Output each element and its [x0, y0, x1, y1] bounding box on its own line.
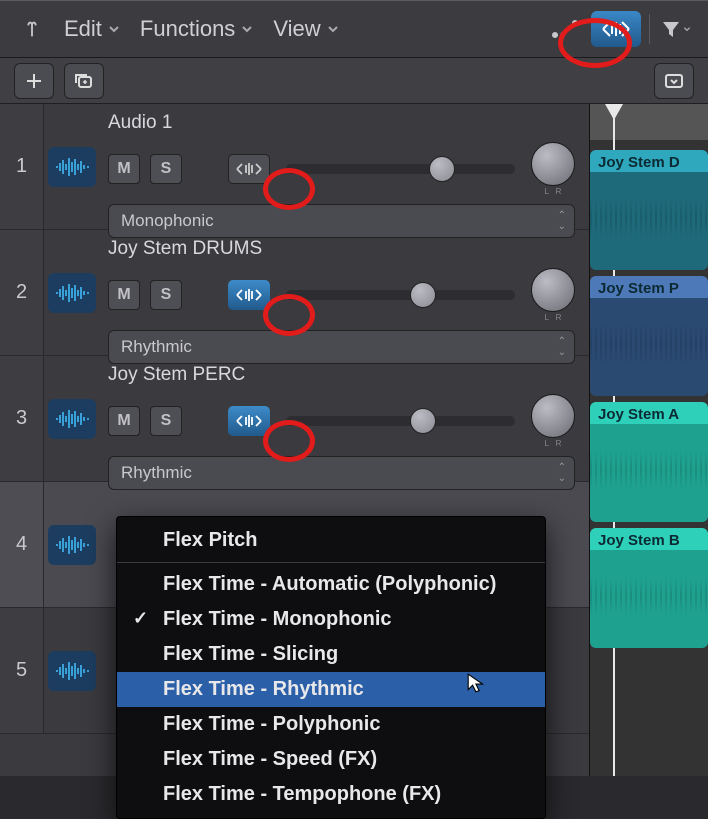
track-number: 1 [0, 104, 44, 229]
volume-slider[interactable] [286, 290, 515, 300]
audio-region[interactable]: Joy Stem D [590, 150, 708, 270]
updown-arrows-icon: ⌃⌄ [558, 462, 566, 484]
flex-mode-value: Rhythmic [121, 337, 192, 356]
solo-button[interactable]: S [150, 280, 182, 310]
edit-menu[interactable]: Edit [58, 12, 126, 46]
dropdown-item[interactable]: Flex Time - Speed (FX) [117, 742, 545, 777]
flex-mode-value: Rhythmic [121, 463, 192, 482]
functions-menu-label: Functions [140, 16, 235, 42]
track-name[interactable]: Joy Stem DRUMS [108, 238, 575, 260]
pan-knob[interactable] [531, 394, 575, 438]
divider [649, 14, 650, 44]
mute-button[interactable]: M [108, 280, 140, 310]
track-name[interactable]: Joy Stem PERC [108, 364, 575, 386]
track-number: 4 [0, 482, 44, 607]
duplicate-track-button[interactable] [64, 63, 104, 99]
pan-knob[interactable] [531, 142, 575, 186]
track-body: Audio 1 M S L R Monophonic [100, 104, 589, 229]
track-number: 3 [0, 356, 44, 481]
mouse-cursor-icon [466, 672, 488, 694]
audio-waveform-icon[interactable] [48, 273, 96, 313]
toolbar: Edit Functions View [0, 0, 708, 58]
track-name[interactable]: Audio 1 [108, 112, 575, 134]
flex-mode-button[interactable] [591, 11, 641, 47]
track-row[interactable]: 3 Joy Stem PERC M S L R [0, 356, 589, 482]
solo-button[interactable]: S [150, 154, 182, 184]
flex-mode-select[interactable]: Monophonic ⌃⌄ [108, 204, 575, 238]
view-menu-label: View [273, 16, 320, 42]
filter-icon[interactable] [658, 11, 694, 47]
volume-slider[interactable] [286, 416, 515, 426]
flex-mode-select[interactable]: Rhythmic ⌃⌄ [108, 456, 575, 490]
pan-label-right: R [556, 187, 562, 196]
pan-label-left: L [545, 187, 549, 196]
track-flex-button[interactable] [228, 406, 270, 436]
catch-tool-icon[interactable] [14, 11, 50, 47]
edit-menu-label: Edit [64, 16, 102, 42]
functions-menu[interactable]: Functions [134, 12, 259, 46]
track-row[interactable]: 1 Audio 1 M S L R [0, 104, 589, 230]
flex-mode-dropdown[interactable]: Flex Pitch Flex Time - Automatic (Polyph… [116, 516, 546, 819]
automation-curve-icon[interactable] [547, 11, 583, 47]
dropdown-item[interactable]: Flex Time - Tempophone (FX) [117, 777, 545, 812]
mute-button[interactable]: M [108, 154, 140, 184]
chevron-down-icon [108, 23, 120, 35]
track-number: 5 [0, 608, 44, 733]
audio-waveform-icon[interactable] [48, 147, 96, 187]
track-row[interactable]: 2 Joy Stem DRUMS M S L R [0, 230, 589, 356]
dropdown-item[interactable]: Flex Time - Polyphonic [117, 707, 545, 742]
slider-thumb[interactable] [410, 408, 436, 434]
slider-thumb[interactable] [429, 156, 455, 182]
chevron-down-icon [683, 25, 691, 33]
dropdown-item-flex-pitch[interactable]: Flex Pitch [117, 523, 545, 558]
audio-region[interactable]: Joy Stem P [590, 276, 708, 396]
audio-region[interactable]: Joy Stem B [590, 528, 708, 648]
track-flex-button[interactable] [228, 280, 270, 310]
track-icon-cell [44, 104, 100, 229]
audio-waveform-icon[interactable] [48, 399, 96, 439]
flex-mode-value: Monophonic [121, 211, 214, 230]
arrange-area[interactable]: Joy Stem DJoy Stem PJoy Stem AJoy Stem B [590, 104, 708, 776]
track-number: 2 [0, 230, 44, 355]
chevron-down-icon [327, 23, 339, 35]
dropdown-item[interactable]: Flex Time - Slicing [117, 637, 545, 672]
volume-slider[interactable] [286, 164, 515, 174]
solo-button[interactable]: S [150, 406, 182, 436]
dropdown-item[interactable]: Flex Time - Automatic (Polyphonic) [117, 567, 545, 602]
dropdown-separator [117, 562, 545, 563]
flex-mode-select[interactable]: Rhythmic ⌃⌄ [108, 330, 575, 364]
track-flex-button[interactable] [228, 154, 270, 184]
dropdown-item[interactable]: Flex Time - Monophonic✓ [117, 602, 545, 637]
check-icon: ✓ [133, 608, 148, 629]
updown-arrows-icon: ⌃⌄ [558, 210, 566, 232]
pan-knob[interactable] [531, 268, 575, 312]
updown-arrows-icon: ⌃⌄ [558, 336, 566, 358]
audio-region[interactable]: Joy Stem A [590, 402, 708, 522]
chevron-down-icon [241, 23, 253, 35]
add-track-button[interactable] [14, 63, 54, 99]
slider-thumb[interactable] [410, 282, 436, 308]
view-menu[interactable]: View [267, 12, 344, 46]
audio-waveform-icon[interactable] [48, 651, 96, 691]
track-list-dropdown-button[interactable] [654, 63, 694, 99]
audio-waveform-icon[interactable] [48, 525, 96, 565]
mute-button[interactable]: M [108, 406, 140, 436]
track-ops-bar [0, 58, 708, 104]
